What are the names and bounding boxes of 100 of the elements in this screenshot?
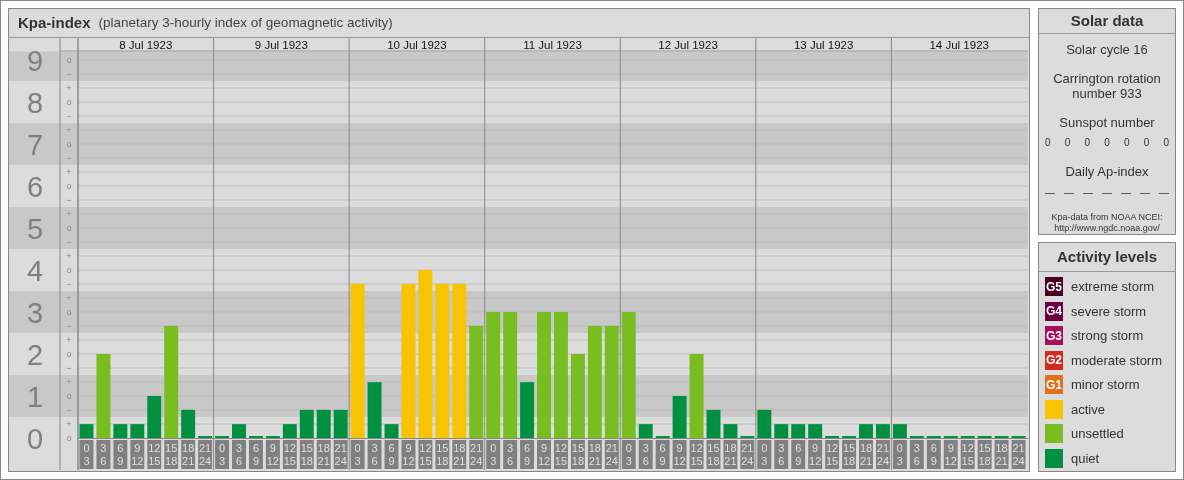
ap-index-value: —	[1083, 186, 1093, 200]
level-label: moderate storm	[1071, 351, 1163, 370]
time-slot-label: 12 15	[554, 440, 568, 469]
time-slot-label: 0 3	[892, 440, 907, 469]
time-slot-label: 0 3	[215, 440, 229, 469]
level-label: strong storm	[1071, 327, 1144, 345]
y-axis-minor-label: +	[66, 125, 72, 135]
kp-bar	[757, 409, 772, 438]
kp-bar	[859, 424, 873, 438]
time-slot-label: 3 6	[367, 440, 382, 469]
time-slot-label: 0 3	[757, 440, 772, 469]
x-tick-label: 0 3	[354, 442, 361, 467]
time-slot-label: 9 12	[672, 440, 687, 469]
level-label: quiet	[1071, 449, 1100, 468]
kp-bar	[723, 424, 738, 438]
ap-index-value: —	[1102, 186, 1112, 200]
y-axis-label: 3	[26, 297, 44, 329]
ap-index-value: —	[1140, 186, 1150, 200]
time-slot-label: 12 15	[825, 440, 840, 469]
ap-index-value: —	[1045, 186, 1055, 200]
day-label: 10 Jul 1923	[387, 39, 447, 51]
y-axis-minor-label: −	[66, 405, 72, 415]
x-tick-label: 3 6	[507, 442, 514, 467]
solar-cycle-text: Solar cycle 16	[1066, 40, 1148, 59]
storm-level-badge: G1	[1045, 375, 1063, 395]
kp-bar	[774, 424, 789, 438]
level-label: minor storm	[1071, 376, 1140, 394]
y-axis-minor-label: +	[66, 293, 72, 303]
ap-index-value: —	[1064, 186, 1074, 200]
time-slot-label: 3 6	[638, 440, 653, 469]
y-axis-minor-label: o	[66, 97, 72, 107]
day-label: 8 Jul 1923	[119, 39, 173, 51]
time-slot-label: 21 24	[198, 440, 213, 469]
time-slot-label: 0 3	[621, 440, 636, 469]
level-label: unsettled	[1071, 425, 1124, 443]
carrington-text: Carrington rotation number 933	[1052, 71, 1162, 101]
time-slot-label: 12 15	[418, 440, 433, 469]
sunspot-value: 0	[1045, 135, 1051, 150]
day-label: 14 Jul 1923	[929, 39, 989, 51]
ap-index-label: Daily Ap-index	[1065, 162, 1149, 181]
time-slot-label: 18 21	[316, 440, 331, 469]
time-slot-label: 3 6	[909, 440, 924, 469]
time-slot-label: 6 9	[248, 440, 263, 469]
x-tick-label: 6 9	[795, 442, 802, 467]
time-slot-label: 3 6	[774, 440, 789, 469]
kp-bar	[892, 424, 907, 438]
y-axis-label: 7	[26, 129, 44, 161]
time-slot-label: 18 21	[452, 440, 467, 469]
kp-bar	[147, 396, 162, 438]
time-slot-label: 21 24	[876, 440, 890, 469]
y-axis-minor-label: −	[66, 237, 72, 247]
source-text: Kpa-data from NOAA NCEI:	[1051, 212, 1163, 223]
day-label: 13 Jul 1923	[793, 39, 854, 51]
y-axis-minor-label: o	[66, 433, 72, 443]
x-tick-label: 0 3	[83, 442, 90, 467]
time-slot-label: 6 9	[384, 440, 399, 469]
time-slot-label: 21 24	[333, 440, 348, 469]
time-slot-label: 0 3	[350, 440, 365, 469]
storm-level-badge: G3	[1045, 326, 1063, 346]
y-axis-label: 8	[26, 87, 44, 119]
x-tick-label: 6 9	[659, 442, 666, 467]
chart-title: Kpa-index	[18, 12, 91, 33]
x-tick-label: 6 9	[388, 442, 395, 467]
time-slot-label: 6 9	[655, 440, 670, 469]
time-slot-label: 12 15	[689, 440, 704, 469]
time-slot-label: 15 18	[164, 440, 179, 469]
time-slot-label: 6 9	[113, 440, 128, 469]
source-url: http://www.ngdc.noaa.gov/	[1054, 223, 1160, 234]
time-slot-label: 9 12	[943, 440, 958, 469]
day-label: 12 Jul 1923	[658, 39, 718, 51]
y-axis-minor-label: o	[66, 265, 72, 275]
x-tick-label: 6 9	[252, 442, 259, 467]
sunspot-value: 0	[1084, 135, 1091, 150]
time-slot-label: 9 12	[808, 440, 823, 469]
y-axis-minor-label: −	[66, 153, 72, 163]
x-tick-label: 3 6	[913, 442, 920, 467]
y-axis-minor-label: −	[66, 111, 72, 121]
x-tick-label: 6 9	[524, 442, 531, 467]
y-axis-minor-label: −	[66, 363, 72, 373]
time-slot-label: 18 21	[994, 440, 1009, 469]
time-slot-label: 3 6	[96, 440, 111, 469]
time-slot-label: 0 3	[79, 440, 94, 469]
time-slot-label: 15 18	[299, 440, 314, 469]
kp-bar	[520, 382, 535, 438]
panel-title: Activity levels	[1056, 246, 1158, 267]
time-slot-label: 21 24	[469, 440, 484, 469]
y-axis-minor-label: −	[66, 69, 72, 79]
time-slot-label: 6 9	[926, 440, 941, 469]
kp-bar	[791, 424, 806, 438]
time-slot-label: 15 18	[706, 440, 721, 469]
storm-level-badge: G5	[1045, 277, 1063, 297]
time-slot-label: 18 21	[859, 440, 873, 469]
kp-bar	[130, 424, 145, 438]
time-slot-label: 12 15	[960, 440, 975, 469]
sunspot-label: Sunspot number	[1059, 114, 1155, 132]
y-axis-minor-label: +	[66, 167, 72, 177]
y-axis-label: 5	[26, 213, 44, 245]
level-label: severe storm	[1071, 302, 1147, 321]
x-tick-label: 0 3	[490, 442, 497, 467]
time-slot-label: 9 12	[537, 440, 551, 469]
